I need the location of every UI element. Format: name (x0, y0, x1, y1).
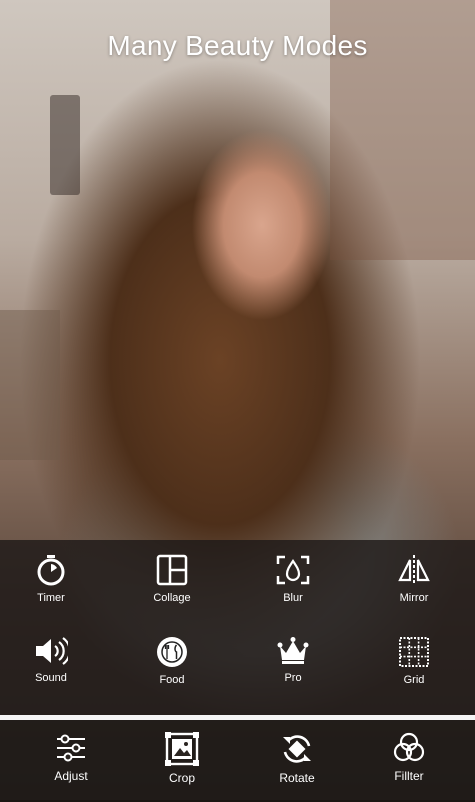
filter-icon (393, 732, 425, 762)
crop-label: Crop (168, 771, 195, 785)
pro-button[interactable]: Pro (248, 636, 338, 706)
mirror-label: Mirror (399, 592, 429, 604)
timer-icon (37, 555, 65, 586)
filter-button[interactable]: Fillter (364, 732, 454, 802)
pro-label: Pro (284, 672, 302, 684)
sound-icon (36, 637, 68, 665)
food-icon (157, 637, 187, 667)
mirror-icon (398, 555, 430, 585)
adjust-label: Adjust (54, 769, 88, 783)
food-label: Food (159, 674, 185, 686)
sound-label: Sound (35, 672, 67, 684)
bottom-toolbar: Adjust Crop Rotate Fillter (0, 720, 475, 800)
headline-title: Many Beauty Modes (107, 30, 368, 61)
collage-button[interactable]: Collage (127, 554, 217, 624)
blur-button[interactable]: Blur (248, 554, 338, 624)
adjust-icon (57, 734, 85, 762)
rotate-label: Rotate (279, 771, 315, 785)
tool-panel: Timer Collage Blur Mirror Sound Food Pro… (0, 540, 475, 715)
crop-button[interactable]: Crop (137, 732, 227, 802)
sound-button[interactable]: Sound (6, 636, 96, 706)
grid-icon (399, 637, 429, 667)
crop-icon (165, 732, 199, 766)
timer-label: Timer (37, 592, 65, 604)
food-button[interactable]: Food (127, 636, 217, 706)
collage-label: Collage (153, 592, 191, 604)
filter-label: Fillter (394, 769, 424, 783)
rotate-button[interactable]: Rotate (252, 732, 342, 802)
grid-button[interactable]: Grid (369, 636, 459, 706)
crown-icon (277, 637, 309, 664)
blur-icon (276, 555, 310, 585)
collage-icon (156, 554, 188, 586)
mirror-button[interactable]: Mirror (369, 554, 459, 624)
blur-label: Blur (283, 592, 303, 604)
timer-button[interactable]: Timer (6, 554, 96, 624)
grid-label: Grid (403, 674, 425, 686)
rotate-icon (283, 735, 311, 763)
adjust-button[interactable]: Adjust (26, 732, 116, 802)
